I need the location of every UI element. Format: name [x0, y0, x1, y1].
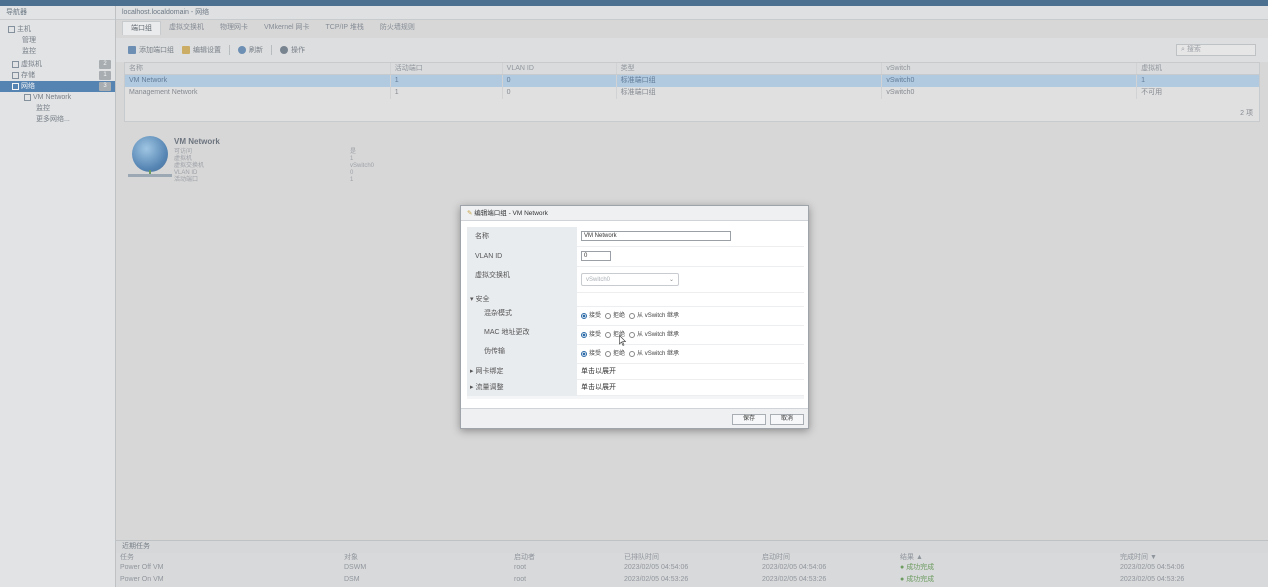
mac-changes-radio-group: 接受 拒绝 从 vSwitch 继承	[577, 326, 804, 345]
promiscuous-accept-radio[interactable]: 接受	[581, 307, 601, 326]
mouse-cursor-icon	[619, 335, 626, 346]
security-header-cell	[577, 293, 804, 307]
vlan-id-field[interactable]: 0	[581, 251, 611, 262]
forged-transmits-label: 伪传输	[467, 345, 577, 364]
vswitch-cell: vSwitch0 ⌄	[577, 267, 804, 293]
radio-unchecked-icon	[605, 351, 612, 357]
dialog-title-bar[interactable]: ✎ 编辑端口组 - VM Network	[461, 206, 808, 221]
traffic-shaping-expand: 单击以展开	[577, 380, 804, 396]
vswitch-select: vSwitch0 ⌄	[581, 272, 679, 286]
forged-reject-radio[interactable]: 拒绝	[605, 345, 625, 364]
promiscuous-reject-radio[interactable]: 拒绝	[605, 307, 625, 326]
nic-teaming-header: ▸ 网卡绑定	[467, 364, 577, 380]
vlan-cell: 0	[577, 247, 804, 267]
promiscuous-radio-group: 接受 拒绝 从 vSwitch 继承	[577, 307, 804, 326]
mac-accept-radio[interactable]: 接受	[581, 326, 601, 345]
security-section[interactable]: ▾ 安全	[467, 293, 804, 307]
dialog-title: 编辑端口组 - VM Network	[474, 210, 548, 217]
traffic-shaping-section[interactable]: ▸ 流量调整 单击以展开	[467, 380, 804, 396]
save-button[interactable]: 保存	[732, 414, 766, 425]
radio-unchecked-icon	[629, 313, 636, 319]
chevron-down-icon: ⌄	[668, 276, 674, 283]
radio-checked-icon	[581, 313, 587, 319]
radio-unchecked-icon	[605, 332, 612, 338]
radio-unchecked-icon	[629, 351, 636, 357]
forged-inherit-radio[interactable]: 从 vSwitch 继承	[629, 345, 679, 364]
mac-inherit-radio[interactable]: 从 vSwitch 继承	[629, 326, 679, 345]
edit-port-group-dialog: ✎ 编辑端口组 - VM Network 名称 VM Network VLAN …	[460, 205, 809, 429]
name-cell: VM Network	[577, 227, 804, 247]
name-label: 名称	[467, 227, 577, 247]
nic-teaming-expand: 单击以展开	[577, 364, 804, 380]
promiscuous-inherit-radio[interactable]: 从 vSwitch 继承	[629, 307, 679, 326]
nic-teaming-section[interactable]: ▸ 网卡绑定 单击以展开	[467, 364, 804, 380]
dialog-form: 名称 VM Network VLAN ID 0 虚拟交换机 vSwitch0 ⌄ …	[467, 227, 804, 399]
mac-changes-label: MAC 地址更改	[467, 326, 577, 345]
radio-unchecked-icon	[629, 332, 636, 338]
name-field[interactable]: VM Network	[581, 231, 731, 242]
radio-checked-icon	[581, 332, 587, 338]
forged-accept-radio[interactable]: 接受	[581, 345, 601, 364]
form-row-vswitch: 虚拟交换机 vSwitch0 ⌄	[467, 267, 804, 293]
form-row-mac-changes: MAC 地址更改 接受 拒绝 从 vSwitch 继承	[467, 326, 804, 345]
promiscuous-label: 混杂模式	[467, 307, 577, 326]
traffic-shaping-header: ▸ 流量调整	[467, 380, 577, 396]
vswitch-label: 虚拟交换机	[467, 267, 577, 293]
form-row-vlan: VLAN ID 0	[467, 247, 804, 267]
form-row-forged-transmits: 伪传输 接受 拒绝 从 vSwitch 继承	[467, 345, 804, 364]
radio-checked-icon	[581, 351, 587, 357]
dialog-footer: 保存 取消	[461, 408, 808, 428]
vlan-label: VLAN ID	[467, 247, 577, 267]
form-row-name: 名称 VM Network	[467, 227, 804, 247]
forged-radio-group: 接受 拒绝 从 vSwitch 继承	[577, 345, 804, 364]
security-header: ▾ 安全	[467, 293, 577, 307]
form-row-promiscuous: 混杂模式 接受 拒绝 从 vSwitch 继承	[467, 307, 804, 326]
cancel-button[interactable]: 取消	[770, 414, 804, 425]
radio-unchecked-icon	[605, 313, 612, 319]
